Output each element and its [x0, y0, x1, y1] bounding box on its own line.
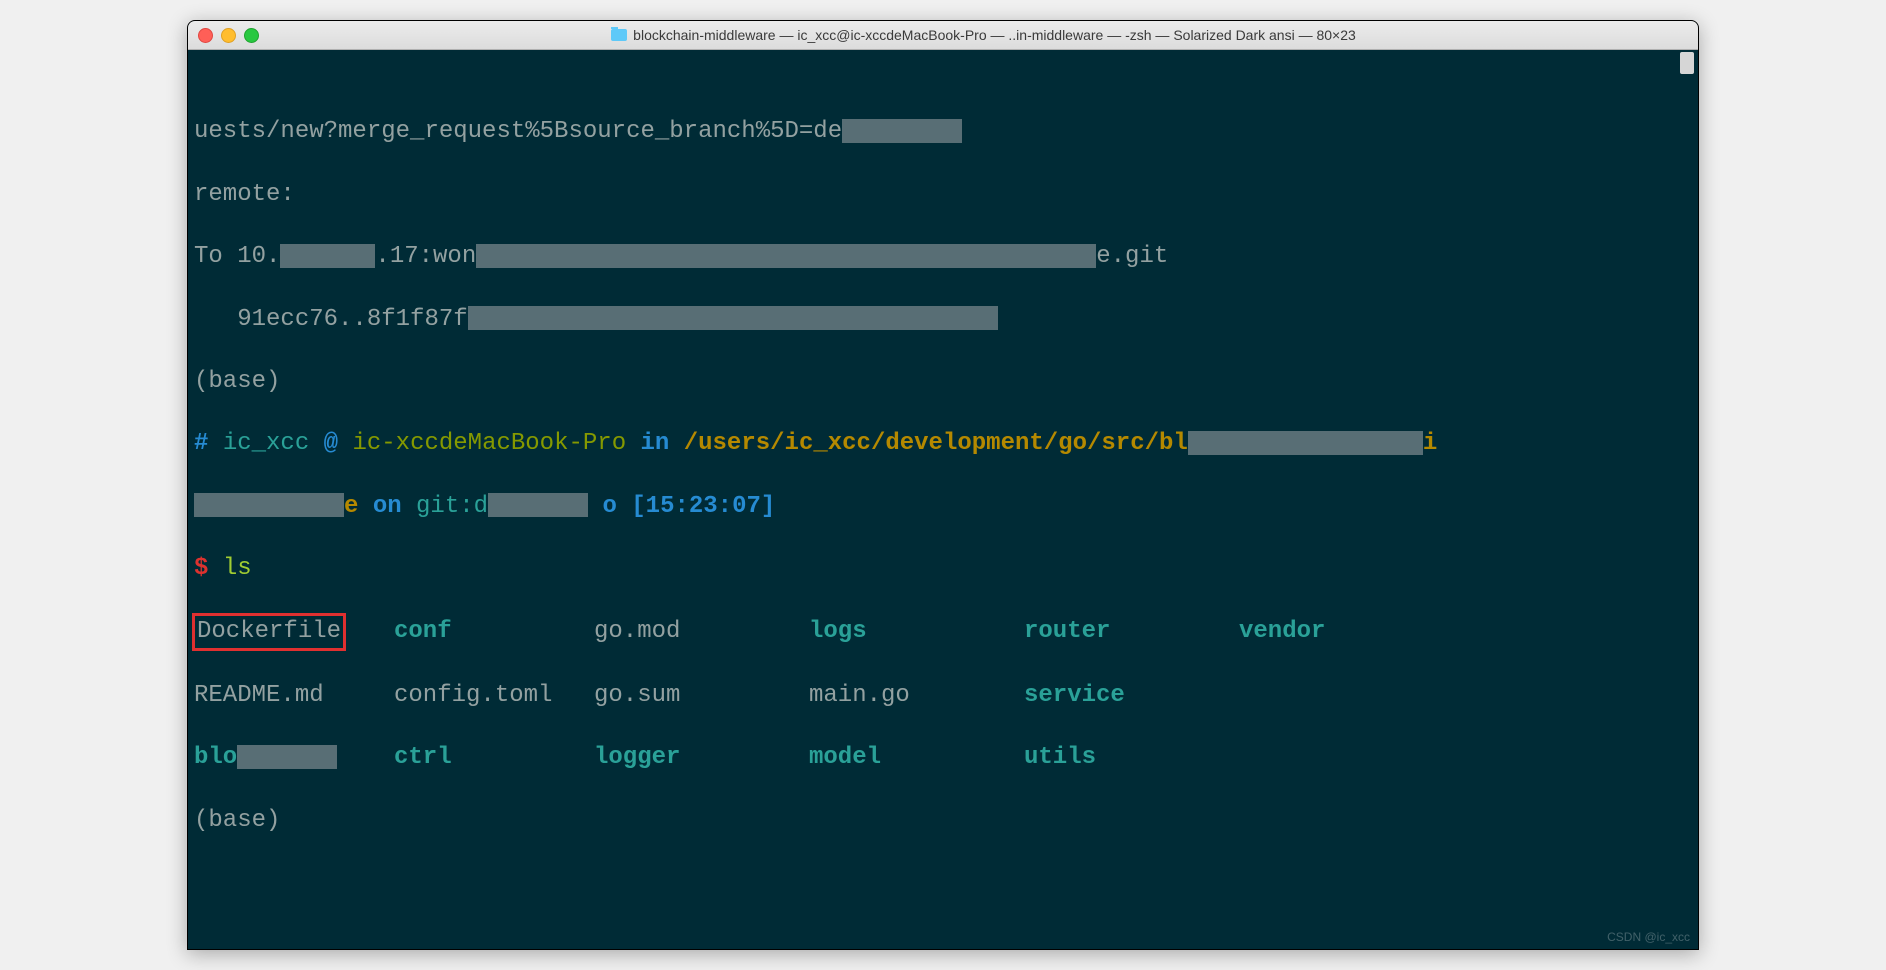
output-line: To 10. .17:won e.git: [194, 241, 1692, 272]
file-dockerfile: Dockerfile: [197, 618, 341, 645]
redacted-block: [468, 306, 998, 330]
watermark: CSDN @ic_xcc: [1607, 930, 1690, 946]
file-readme: README.md: [194, 680, 394, 711]
file-maingo: main.go: [809, 680, 1024, 711]
dir-logs: logs: [809, 616, 1024, 647]
prompt-host: ic-xccdeMacBook-Pro: [352, 430, 626, 457]
text-fragment: remote:: [194, 181, 295, 208]
prompt-in: in: [626, 430, 684, 457]
traffic-lights: [198, 28, 259, 43]
text-fragment: e.git: [1096, 243, 1168, 270]
window-title-text: blockchain-middleware — ic_xcc@ic-xccdeM…: [633, 27, 1356, 43]
dir-blo: blo: [194, 744, 237, 771]
redacted-block: [237, 745, 337, 769]
prompt-hash: #: [194, 430, 223, 457]
dir-logger: logger: [594, 742, 809, 773]
dir-ctrl: ctrl: [394, 742, 594, 773]
dir-service: service: [1024, 680, 1239, 711]
command-line: $ ls: [194, 553, 1692, 584]
prompt-path: /users/ic_xcc/development/go/src/bl: [684, 430, 1188, 457]
prompt-on: on: [373, 493, 416, 520]
titlebar[interactable]: blockchain-middleware — ic_xcc@ic-xccdeM…: [188, 21, 1698, 50]
git-status: o: [588, 493, 631, 520]
terminal-body[interactable]: uests/new?merge_request%5Bsource_branch%…: [188, 50, 1698, 949]
prompt-dollar: $: [194, 555, 223, 582]
text-fragment: uests/new?merge_request%5Bsource_branch%…: [194, 118, 842, 145]
base-indicator: (base): [194, 807, 280, 834]
redacted-block: [280, 244, 375, 268]
ls-row: Dockerfile confgo.modlogsroutervendor: [194, 615, 1692, 648]
dir-vendor: vendor: [1239, 616, 1325, 647]
output-line: 91ecc76..8f1f87f: [194, 304, 1692, 335]
prompt-user: ic_xcc: [223, 430, 309, 457]
prompt-line: # ic_xcc @ ic-xccdeMacBook-Pro in /users…: [194, 428, 1692, 459]
git-branch: d: [474, 493, 488, 520]
dir-model: model: [809, 742, 1024, 773]
redacted-block: [1188, 431, 1423, 455]
prompt-at: @: [309, 430, 352, 457]
file-gosum: go.sum: [594, 680, 809, 711]
scrollbar-thumb[interactable]: [1680, 52, 1694, 74]
output-line: remote:: [194, 179, 1692, 210]
git-prefix: git:: [416, 493, 474, 520]
redacted-block: [488, 493, 588, 517]
file-configtoml: config.toml: [394, 680, 594, 711]
text-fragment: (base): [194, 368, 280, 395]
text-fragment: 91ecc76..8f1f87f: [194, 306, 468, 333]
maximize-icon[interactable]: [244, 28, 259, 43]
file-gomod: go.mod: [594, 616, 809, 647]
terminal-window: blockchain-middleware — ic_xcc@ic-xccdeM…: [187, 20, 1699, 950]
output-line: (base): [194, 805, 1692, 836]
ls-row: README.mdconfig.tomlgo.summain.goservice: [194, 680, 1692, 711]
close-icon[interactable]: [198, 28, 213, 43]
minimize-icon[interactable]: [221, 28, 236, 43]
text-fragment: .17:won: [375, 243, 476, 270]
folder-icon: [611, 29, 627, 41]
prompt-path-tail: i: [1423, 430, 1437, 457]
text-fragment: e: [344, 493, 373, 520]
ls-row: blo ctrlloggermodelutils: [194, 742, 1692, 773]
dir-utils: utils: [1024, 742, 1239, 773]
prompt-line-2: e on git:d o [15:23:07]: [194, 491, 1692, 522]
output-line: uests/new?merge_request%5Bsource_branch%…: [194, 116, 1692, 147]
highlight-dockerfile: Dockerfile: [192, 613, 346, 650]
text-fragment: To 10.: [194, 243, 280, 270]
redacted-block: [476, 244, 1096, 268]
prompt-time: [15:23:07]: [631, 493, 775, 520]
command-ls: ls: [223, 555, 252, 582]
redacted-block: [842, 119, 962, 143]
dir-router: router: [1024, 616, 1239, 647]
dir-conf: conf: [394, 616, 594, 647]
output-line: (base): [194, 366, 1692, 397]
window-title: blockchain-middleware — ic_xcc@ic-xccdeM…: [279, 27, 1688, 43]
scrollbar-track[interactable]: [1682, 50, 1696, 949]
redacted-block: [194, 493, 344, 517]
